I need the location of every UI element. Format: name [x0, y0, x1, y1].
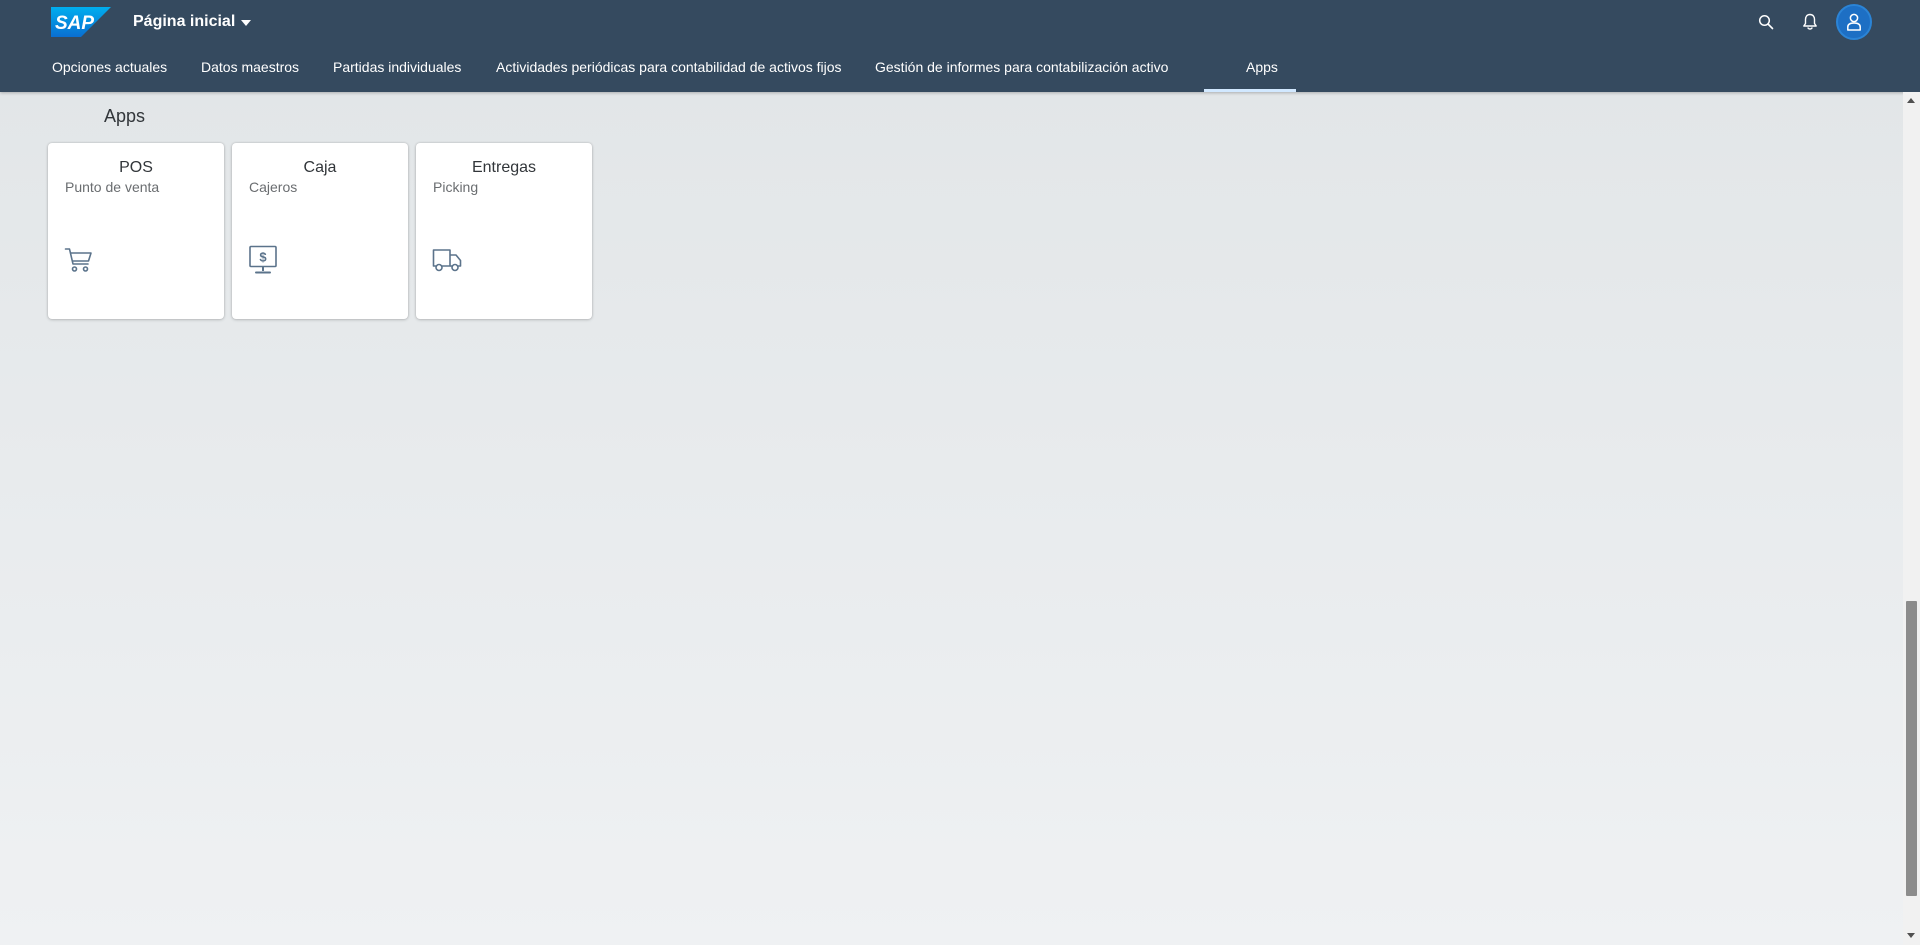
cart-icon: [64, 248, 92, 272]
tile-title: Caja: [303, 159, 337, 176]
user-avatar[interactable]: [1836, 4, 1872, 40]
tab-apps[interactable]: Apps: [1204, 44, 1296, 92]
bell-icon: [1803, 13, 1817, 30]
tile-subtitle: Punto de venta: [65, 179, 160, 195]
search-button[interactable]: [1752, 8, 1780, 36]
vertical-scrollbar[interactable]: [1903, 92, 1920, 945]
tab-datos-maestros[interactable]: Datos maestros: [201, 44, 299, 92]
tile-pos[interactable]: POS Punto de venta: [48, 143, 224, 319]
app-title: Página inicial: [133, 13, 236, 30]
tile-subtitle: Picking: [433, 179, 479, 195]
shell-header: SAP Página inicial Opciones actuales Dat…: [0, 0, 1920, 92]
app-title-menu[interactable]: Página inicial: [133, 11, 252, 33]
svg-text:$: $: [259, 250, 267, 265]
tile-subtitle: Cajeros: [249, 179, 298, 195]
tile-caja[interactable]: Caja Cajeros $: [232, 143, 408, 319]
tile-title: Entregas: [471, 159, 537, 176]
sap-logo[interactable]: SAP: [51, 7, 111, 37]
scroll-up-arrow-icon[interactable]: [1907, 98, 1915, 103]
tile-title: POS: [119, 159, 153, 176]
user-icon: [1847, 13, 1861, 31]
scrollbar-thumb[interactable]: [1906, 601, 1917, 896]
search-icon: [1758, 14, 1774, 30]
sap-logo-text: SAP: [55, 13, 94, 34]
tile-entregas[interactable]: Entregas Picking: [416, 143, 592, 319]
tab-actividades-periodicas[interactable]: Actividades periódicas para contabilidad…: [496, 44, 842, 92]
scroll-down-arrow-icon[interactable]: [1907, 933, 1915, 938]
chevron-down-icon: [241, 20, 252, 26]
notifications-button[interactable]: [1796, 8, 1824, 36]
tab-bar: Opciones actuales Datos maestros Partida…: [0, 44, 1920, 92]
truck-icon: [432, 249, 462, 272]
tab-partidas-individuales[interactable]: Partidas individuales: [333, 44, 461, 92]
section-title: Apps: [104, 106, 146, 126]
tab-gestion-informes[interactable]: Gestión de informes para contabilización…: [875, 44, 1168, 92]
shell-top-bar: SAP Página inicial: [0, 0, 1920, 44]
tab-opciones-actuales[interactable]: Opciones actuales: [52, 44, 167, 92]
cashier-monitor-icon: $: [249, 245, 277, 274]
